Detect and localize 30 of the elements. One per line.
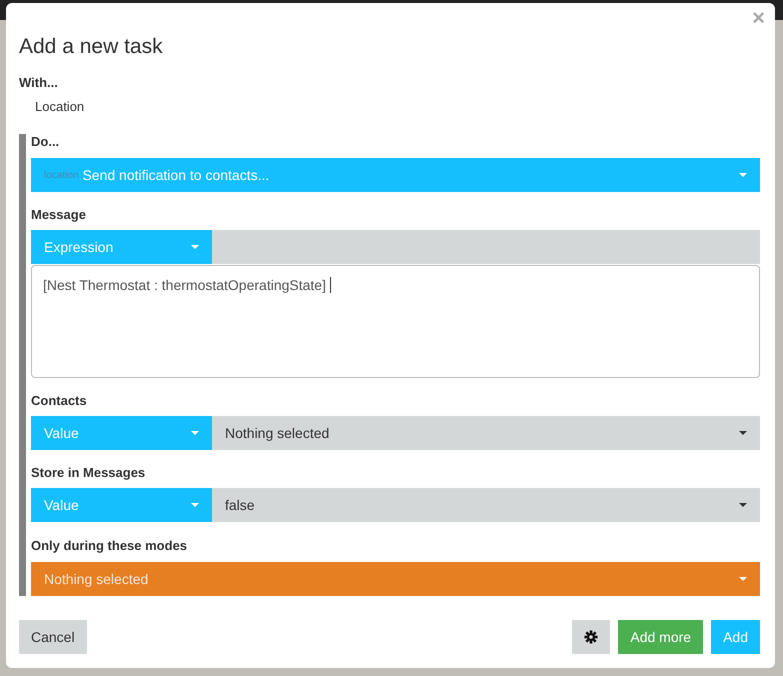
section-label: Do... xyxy=(31,134,60,150)
modes-dropdown[interactable]: Nothing selected xyxy=(31,562,760,596)
cancel-button[interactable]: Cancel xyxy=(19,620,87,654)
caret-icon xyxy=(739,577,747,581)
dialog-title: Add a new task xyxy=(19,35,164,59)
settings-icon xyxy=(584,630,598,644)
caret-icon xyxy=(191,431,199,435)
selection-dropdown[interactable]: false xyxy=(212,488,760,522)
field-label: Only during these modes xyxy=(31,538,188,554)
settings-button[interactable] xyxy=(572,620,610,654)
action-dropdown[interactable]: location Send notification to contacts... xyxy=(31,158,760,192)
mode-dropdown[interactable]: Value xyxy=(31,416,212,450)
expression-field[interactable]: [Nest Thermostat : thermostatOperatingState] xyxy=(31,265,760,378)
caret-icon xyxy=(739,503,747,507)
caret-icon xyxy=(191,503,199,507)
mode-dropdown[interactable]: Value xyxy=(31,488,212,522)
caret-icon xyxy=(739,173,747,177)
caret-icon xyxy=(191,245,199,249)
field-label: Contacts xyxy=(31,393,88,409)
close-button[interactable]: × xyxy=(752,7,765,29)
section-label: With... xyxy=(19,75,59,91)
field-label: Message xyxy=(31,207,87,223)
selection-dropdown[interactable]: Nothing selected xyxy=(212,416,760,450)
mode-dropdown[interactable]: Expression xyxy=(31,230,212,264)
device-name: Location xyxy=(35,99,84,114)
category-tag: location xyxy=(44,168,78,182)
caret-icon xyxy=(739,431,747,435)
add-more-button[interactable]: Add more xyxy=(618,620,704,654)
field-label: Store in Messages xyxy=(31,465,146,481)
add-button[interactable]: Add xyxy=(711,620,760,654)
